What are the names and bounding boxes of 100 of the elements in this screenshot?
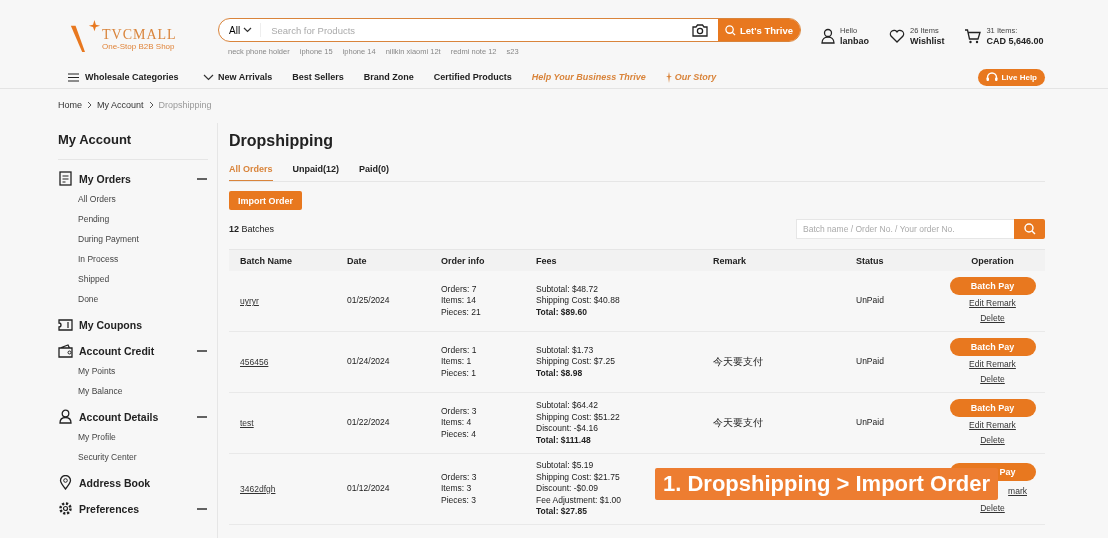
camera-icon[interactable] xyxy=(692,23,708,37)
chevron-down-icon xyxy=(243,27,253,33)
fee-line: Discount: -$0.09 xyxy=(536,483,598,495)
date-cell: 01/22/2024 xyxy=(347,417,390,429)
sidebar-section-link[interactable]: My Coupons xyxy=(79,318,142,331)
collapse-icon[interactable] xyxy=(197,507,207,510)
sidebar-link[interactable]: Shipped xyxy=(58,269,217,289)
date-cell: 01/25/2024 xyxy=(347,295,390,307)
sidebar-link[interactable]: In Process xyxy=(58,249,217,269)
fee-line: Shipping Cost: $7.25 xyxy=(536,356,615,368)
remark-cell: 今天要支付 xyxy=(713,417,763,429)
sidebar-section-link[interactable]: Address Book xyxy=(79,476,151,489)
fee-line: Subtotal: $64.42 xyxy=(536,400,598,412)
search-button[interactable] xyxy=(1014,219,1045,239)
order-info-line: Pieces: 4 xyxy=(441,428,476,441)
nav-link[interactable]: Certified Products xyxy=(433,72,512,82)
status-cell: UnPaid xyxy=(856,295,884,307)
wholesale-categories-menu[interactable]: Wholesale Categories xyxy=(68,72,218,82)
breadcrumb-link[interactable]: Home xyxy=(58,100,82,110)
order-info-line: Pieces: 21 xyxy=(441,306,481,319)
column-header: Operation xyxy=(970,255,1015,266)
sidebar-section-link[interactable]: My Orders xyxy=(79,172,131,185)
status-cell: UnPaid xyxy=(856,356,884,368)
order-info-line: Items: 3 xyxy=(441,483,472,495)
order-info-line: Orders: 7 xyxy=(441,283,477,296)
collapse-icon[interactable] xyxy=(197,177,207,180)
nav-link[interactable]: Best Sellers xyxy=(292,72,344,82)
tab[interactable]: Unpaid(12) xyxy=(292,160,340,181)
sidebar-link[interactable]: All Orders xyxy=(58,189,217,209)
column-header: Batch Name xyxy=(240,255,294,266)
sidebar-link[interactable]: Security Center xyxy=(58,447,217,467)
order-info-line: Items: 4 xyxy=(441,417,472,429)
edit-remark-link[interactable]: Edit Remark xyxy=(969,419,1016,432)
person-icon[interactable] xyxy=(821,28,835,44)
username-link[interactable]: lanbao xyxy=(840,36,869,46)
chevron-right-icon xyxy=(148,101,154,109)
menu-icon xyxy=(68,72,79,82)
fee-total: Total: $27.85 xyxy=(536,506,587,518)
fee-line: Shipping Cost: $21.75 xyxy=(536,471,620,483)
fee-line: Subtotal: $1.73 xyxy=(536,344,594,357)
batch-name-link[interactable]: 3462dfgh xyxy=(240,483,276,494)
batch-count: 12 Batches xyxy=(229,224,275,234)
column-header: Status xyxy=(856,255,885,266)
headset-icon xyxy=(986,71,999,83)
sidebar-section-link[interactable]: Account Details xyxy=(79,410,159,423)
batch-name-link[interactable]: 456456 xyxy=(240,357,269,367)
sidebar-link[interactable]: Pending xyxy=(58,209,217,229)
edit-remark-link[interactable]: Edit Remark xyxy=(969,297,1016,310)
collapse-icon[interactable] xyxy=(197,349,207,352)
order-info-line: Orders: 1 xyxy=(441,344,477,357)
delete-link[interactable]: Delete xyxy=(980,373,1005,386)
delete-link[interactable]: Delete xyxy=(980,312,1005,325)
cart-icon[interactable] xyxy=(964,28,982,44)
delete-link[interactable]: Delete xyxy=(980,501,1005,515)
fee-total: Total: $8.98 xyxy=(536,367,583,380)
sidebar-link[interactable]: My Balance xyxy=(58,381,217,401)
sidebar-link[interactable]: My Points xyxy=(58,361,217,381)
sidebar-link[interactable]: Done xyxy=(58,289,217,309)
fee-line: Shipping Cost: $40.88 xyxy=(536,295,620,307)
nav-link[interactable]: New Arrivals xyxy=(218,72,273,82)
order-info-line: Pieces: 1 xyxy=(441,367,476,380)
chevron-down-icon xyxy=(202,73,214,81)
breadcrumb-link[interactable]: My Account xyxy=(97,100,144,110)
gear-icon xyxy=(58,501,73,516)
fee-line: Shipping Cost: $51.22 xyxy=(536,411,620,423)
batch-name-link[interactable]: uyryr xyxy=(240,296,259,306)
wallet-icon xyxy=(58,343,73,358)
date-cell: 01/12/2024 xyxy=(347,483,390,495)
edit-remark-link[interactable]: mark xyxy=(1008,484,1027,498)
sparkle-icon xyxy=(665,71,672,83)
location-pin-icon xyxy=(58,475,73,490)
edit-remark-link[interactable]: Edit Remark xyxy=(969,358,1016,371)
fee-line: Subtotal: $5.19 xyxy=(536,460,594,472)
order-info-line: Items: 14 xyxy=(441,295,476,307)
ticket-icon xyxy=(58,318,73,331)
remark-cell: 今天要支付 xyxy=(713,356,763,368)
chevron-right-icon xyxy=(87,101,92,109)
wishlist-link[interactable]: Wishlist xyxy=(910,36,945,46)
tab[interactable]: Paid(0) xyxy=(359,160,390,181)
status-cell: UnPaid xyxy=(856,417,884,429)
order-info-line: Orders: 3 xyxy=(441,405,477,418)
batch-search-input[interactable]: Batch name / Order No. / Your order No. xyxy=(796,219,1014,239)
search-field[interactable]: All Search for Products Let's Thrive xyxy=(218,18,801,42)
nav-link[interactable]: Brand Zone xyxy=(363,72,414,82)
collapse-icon[interactable] xyxy=(197,415,207,418)
column-header: Remark xyxy=(713,255,748,266)
fee-line: Subtotal: $48.72 xyxy=(536,283,598,296)
sidebar-section-link[interactable]: Account Credit xyxy=(79,344,155,357)
search-icon xyxy=(725,24,736,36)
sidebar-link[interactable]: My Profile xyxy=(58,427,217,447)
delete-link[interactable]: Delete xyxy=(980,434,1005,447)
date-cell: 01/24/2024 xyxy=(347,356,390,368)
order-info-line: Pieces: 3 xyxy=(441,494,476,506)
cart-total[interactable]: CAD 5,646.00 xyxy=(986,36,1044,46)
sidebar-title: My Account xyxy=(58,132,208,160)
batch-name-link[interactable]: test xyxy=(240,418,254,428)
sidebar-section-link[interactable]: Preferences xyxy=(79,502,140,515)
sidebar-link[interactable]: During Payment xyxy=(58,229,217,249)
heart-icon[interactable] xyxy=(889,29,905,43)
search-icon xyxy=(1023,223,1036,235)
